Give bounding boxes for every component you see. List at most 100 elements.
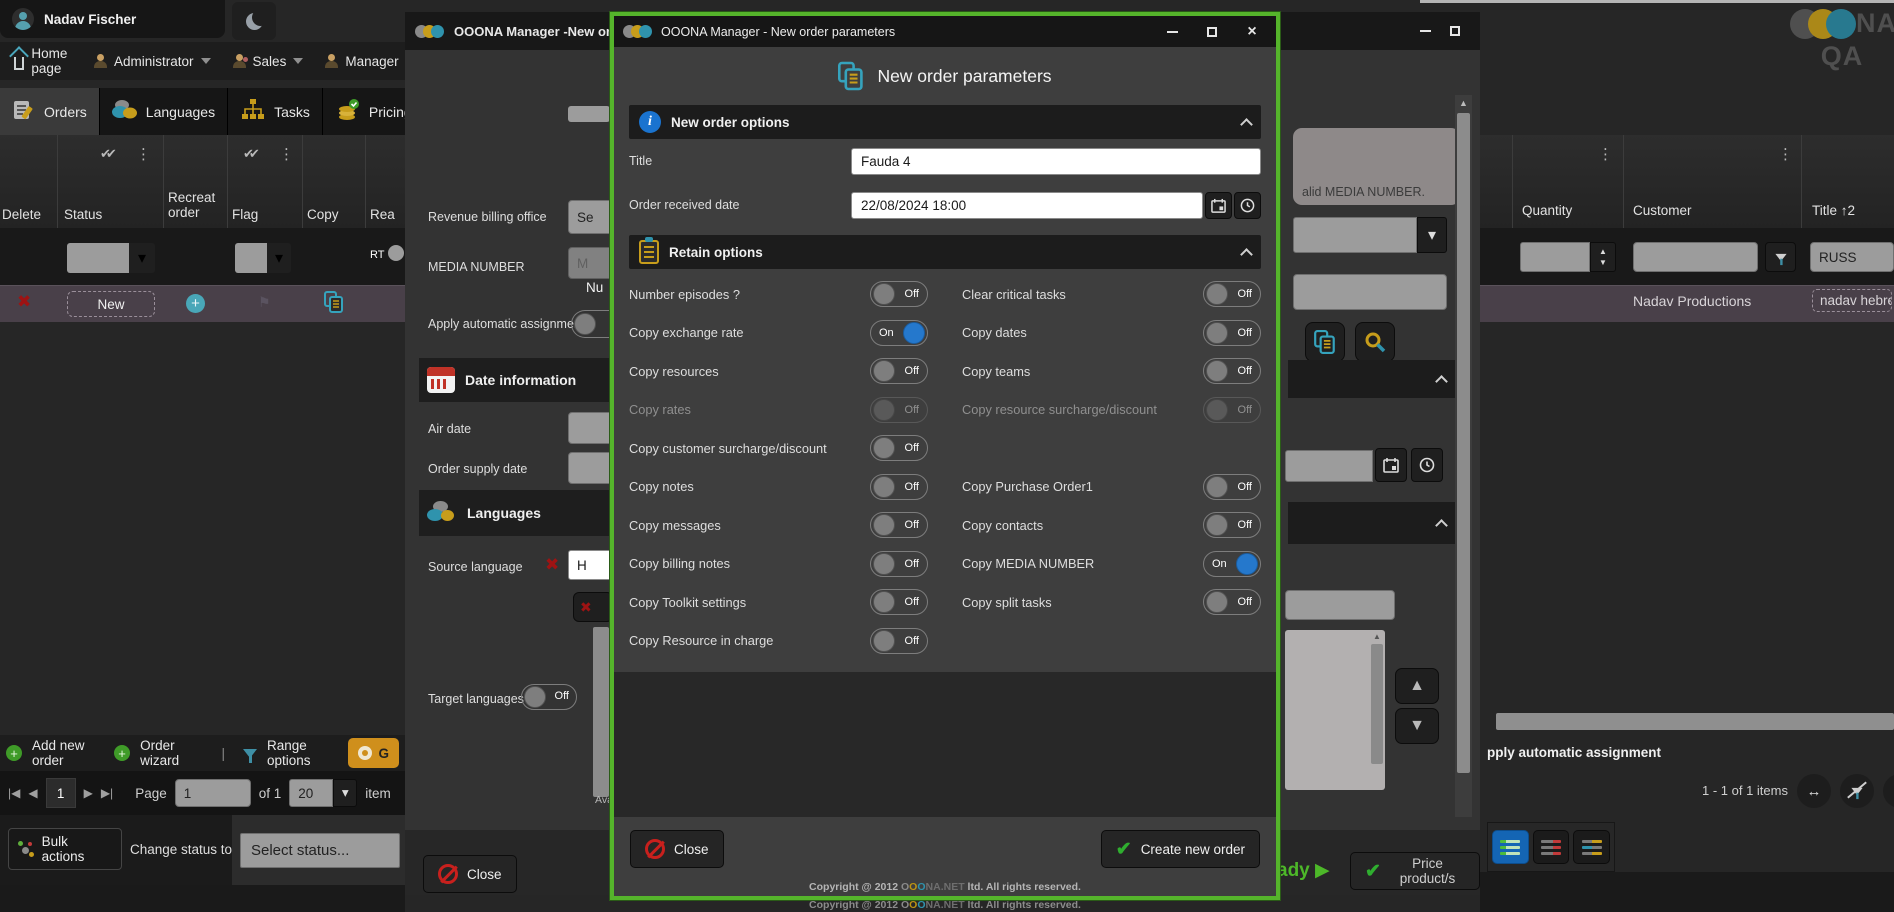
toggle-switch[interactable]: Off (870, 474, 928, 500)
column-header-title-2[interactable]: Title ↑2 (1812, 203, 1892, 218)
column-header-quantity[interactable]: Quantity (1522, 203, 1612, 218)
move-up-button[interactable]: ▲ (1395, 668, 1439, 704)
copy-tool-button[interactable] (1305, 322, 1345, 362)
column-header-flag[interactable]: Flag (232, 207, 300, 222)
double-check-icon[interactable]: ✔✔ (243, 146, 255, 162)
view-button-selected[interactable] (1492, 830, 1529, 864)
status-filter-select[interactable]: ▾ (67, 243, 155, 273)
scroll-fragment[interactable] (568, 106, 610, 122)
title-input[interactable] (851, 148, 1261, 175)
last-page-button[interactable]: ▶| (101, 786, 113, 800)
source-language-input[interactable]: H (568, 550, 614, 580)
toggle-switch[interactable]: Off (870, 628, 928, 654)
list-scrollbar[interactable] (593, 627, 609, 797)
customer-filter-funnel-button[interactable] (1765, 242, 1796, 272)
dropdown-arrow-icon[interactable]: ▾ (129, 243, 155, 273)
add-new-order-button[interactable]: Add new order (32, 738, 104, 768)
column-resize-button[interactable]: ↔ (1797, 774, 1831, 808)
column-header-delete[interactable]: Delete (2, 207, 56, 222)
column-header-recreat-order[interactable]: Recreat order (168, 190, 226, 220)
clock-button[interactable] (1234, 192, 1261, 219)
move-down-button[interactable]: ▼ (1395, 708, 1439, 744)
order-received-date-input[interactable] (851, 192, 1203, 219)
toggle-switch[interactable]: Off (870, 512, 928, 538)
background-listbox[interactable]: ▲ (1285, 630, 1385, 790)
toggle-switch[interactable]: On (870, 320, 928, 346)
new-order-options-section[interactable]: i New order options (629, 105, 1261, 139)
remove-language-button[interactable]: ✖ (573, 592, 613, 622)
toggle-switch[interactable]: Off (1203, 358, 1261, 384)
calendar-button[interactable] (1205, 192, 1232, 219)
column-menu-icon[interactable]: ⋮ (1598, 145, 1613, 163)
minimize-button[interactable] (1157, 21, 1187, 43)
page-size-arrow-icon[interactable]: ▾ (333, 779, 357, 807)
chevron-up-icon[interactable] (1435, 375, 1448, 388)
spinner-arrows-icon[interactable]: ▲▼ (1590, 242, 1616, 272)
search-button[interactable] (1355, 322, 1395, 362)
column-menu-icon[interactable]: ⋮ (279, 145, 294, 163)
maximize-button[interactable] (1440, 20, 1470, 42)
column-header-customer[interactable]: Customer (1633, 203, 1753, 218)
delete-row-icon[interactable]: ✖ (17, 292, 31, 312)
chevron-up-icon[interactable] (1240, 248, 1253, 261)
generate-button[interactable]: G (348, 738, 399, 768)
toggle-switch[interactable]: Off (1203, 281, 1261, 307)
calendar-button[interactable] (1375, 448, 1407, 482)
rt-toggle[interactable]: RT (370, 249, 384, 261)
order-supply-date-input[interactable] (568, 452, 614, 484)
collapsed-section-2[interactable] (1288, 502, 1456, 544)
chevron-up-icon[interactable] (1240, 118, 1253, 131)
toggle-switch[interactable]: Off (1203, 589, 1261, 615)
toggle-switch[interactable]: On (1203, 551, 1261, 577)
nav-item-home-page[interactable]: Home page (6, 46, 80, 76)
dialog-close-button[interactable]: Close (423, 855, 517, 893)
target-languages-toggle[interactable]: Off (521, 684, 577, 710)
minimize-button[interactable] (1410, 20, 1440, 42)
copy-row-icon[interactable] (324, 291, 344, 318)
column-header-rea[interactable]: Rea (370, 207, 404, 222)
view-button-mixed[interactable] (1573, 830, 1610, 864)
flag-icon[interactable]: ⚑ (258, 294, 271, 311)
quantity-filter-spinner[interactable]: ▲▼ (1520, 242, 1616, 272)
modal-titlebar[interactable]: OOONA Manager - New order parameters × (614, 16, 1276, 47)
dropdown-arrow-icon[interactable]: ▾ (267, 243, 291, 273)
tab-languages[interactable]: Languages (100, 88, 228, 135)
close-window-button[interactable]: × (1237, 21, 1267, 43)
bulk-actions-button[interactable]: Bulk actions (8, 828, 122, 870)
toggle-switch[interactable]: Off (1203, 474, 1261, 500)
order-wizard-button[interactable]: Order wizard (140, 738, 203, 768)
price-products-button[interactable]: ✔ Price product/s (1350, 852, 1480, 890)
air-date-input[interactable] (568, 412, 614, 444)
dialog-scrollbar[interactable]: ▲ (1455, 95, 1472, 817)
toggle-switch[interactable]: Off (870, 281, 928, 307)
page-size-select[interactable]: 20 (289, 779, 333, 807)
column-header-copy[interactable]: Copy (307, 207, 363, 222)
create-new-order-button[interactable]: ✔ Create new order (1101, 830, 1260, 868)
background-field-2[interactable] (1285, 590, 1395, 620)
column-header-status[interactable]: Status (64, 207, 160, 222)
clear-filter-button[interactable] (1840, 774, 1874, 808)
chevron-up-icon[interactable] (1435, 519, 1448, 532)
prev-page-button[interactable]: ◀ (28, 786, 37, 800)
rt-toggle-knob[interactable] (388, 245, 404, 261)
current-page-button[interactable]: 1 (46, 778, 76, 808)
select-status-dropdown[interactable]: Select status... (240, 833, 400, 868)
listbox-scrollbar[interactable] (1371, 644, 1383, 764)
background-dropdown[interactable]: ▾ (1293, 217, 1447, 253)
refresh-button[interactable]: ↻ (1883, 774, 1894, 808)
apply-auto-toggle[interactable] (571, 310, 611, 338)
listbox-scroll-up-icon[interactable]: ▲ (1371, 632, 1383, 642)
modal-close-button[interactable]: Close (630, 830, 724, 868)
toggle-switch[interactable]: Off (1203, 320, 1261, 346)
nav-item-administrator[interactable]: Administrator (86, 46, 219, 76)
flag-filter-select[interactable]: ▾ (235, 243, 291, 273)
toggle-switch[interactable]: Off (870, 551, 928, 577)
recreate-order-icon[interactable]: + (186, 294, 205, 313)
tab-orders[interactable]: Orders (0, 88, 100, 135)
toggle-switch[interactable]: Off (870, 358, 928, 384)
collapsed-section-1[interactable] (1288, 360, 1456, 398)
first-page-button[interactable]: |◀ (8, 786, 20, 800)
maximize-button[interactable] (1197, 21, 1227, 43)
languages-section[interactable]: Languages (419, 490, 610, 536)
horizontal-scrollbar[interactable] (1496, 713, 1894, 730)
